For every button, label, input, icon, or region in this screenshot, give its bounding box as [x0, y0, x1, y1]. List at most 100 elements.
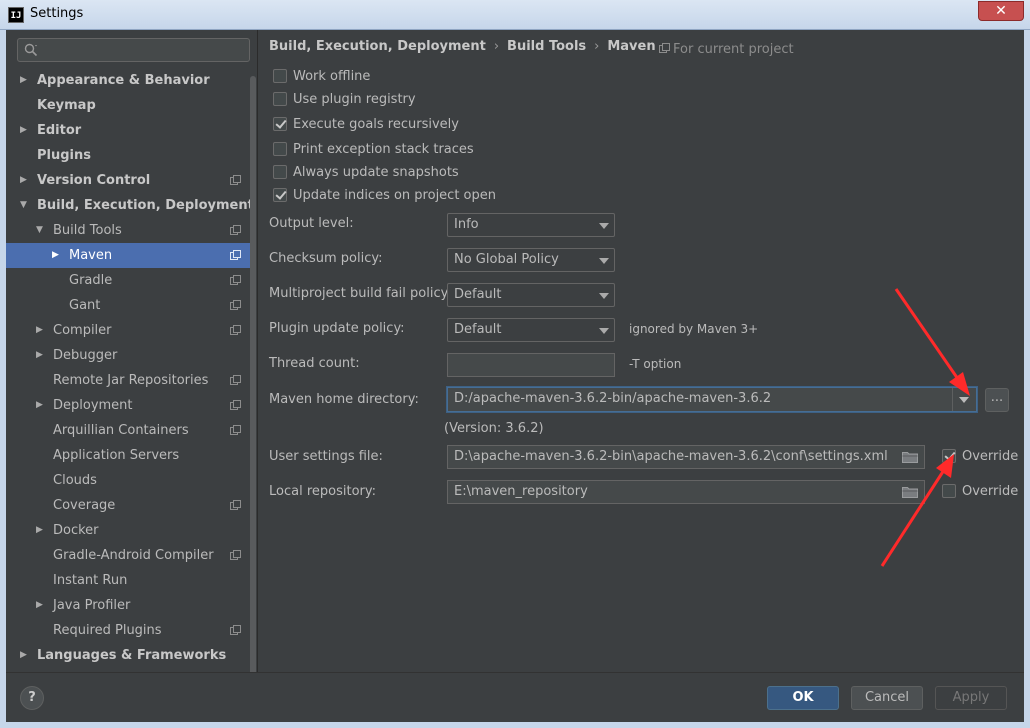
checkbox-box[interactable]	[273, 91, 287, 106]
breadcrumb-item: Build Tools	[507, 39, 587, 54]
checkbox-box[interactable]	[273, 164, 287, 179]
user-settings-value: D:\apache-maven-3.6.2-bin\apache-maven-3…	[454, 449, 888, 464]
expand-arrow-icon[interactable]: ▶	[52, 243, 62, 268]
checkbox-use-plugin-registry[interactable]: Use plugin registry	[273, 91, 416, 111]
settings-sidebar: ▶ Appearance & Behavior Keymap ▶ Editor Plugi…	[6, 30, 258, 676]
expand-arrow-icon[interactable]: ▶	[20, 68, 30, 93]
expand-arrow-icon[interactable]: ▶	[36, 393, 46, 418]
sidebar-item-build-tools[interactable]: ▼ Build Tools	[6, 218, 256, 243]
sidebar-item-docker[interactable]: ▶ Docker	[6, 518, 256, 543]
maven-home-combo[interactable]: D:/apache-maven-3.6.2-bin/apache-maven-3…	[447, 387, 977, 412]
sidebar-item-version-control[interactable]: ▶ Version Control	[6, 168, 256, 193]
plugin-update-policy-label: Plugin update policy:	[269, 321, 405, 336]
multiproject-fail-policy-select[interactable]: Default	[447, 283, 615, 307]
checkbox-box[interactable]	[273, 187, 287, 202]
expand-arrow-icon[interactable]: ▶	[36, 318, 46, 343]
expand-arrow-icon[interactable]: ▶	[20, 118, 30, 143]
checkbox-label: Work offline	[293, 69, 371, 84]
project-scope-icon	[230, 425, 241, 435]
sidebar-item-label: Maven	[69, 248, 113, 263]
collapse-arrow-icon[interactable]: ▼	[36, 218, 46, 243]
local-repository-input[interactable]: E:\maven_repository	[447, 480, 925, 504]
chevron-down-icon	[959, 397, 969, 403]
expand-arrow-icon[interactable]: ▶	[20, 168, 30, 193]
sidebar-item-java-profiler[interactable]: ▶ Java Profiler	[6, 593, 256, 618]
sidebar-item-gradle[interactable]: Gradle	[6, 268, 256, 293]
checkbox-box[interactable]	[273, 68, 287, 83]
checksum-policy-select[interactable]: No Global Policy	[447, 248, 615, 272]
folder-icon[interactable]	[902, 486, 918, 498]
expand-arrow-icon[interactable]: ▶	[36, 518, 46, 543]
plugin-update-policy-select[interactable]: Default	[447, 318, 615, 342]
checkbox-work-offline[interactable]: Work offline	[273, 68, 370, 88]
expand-arrow-icon[interactable]: ▶	[36, 593, 46, 618]
sidebar-item-label: Application Servers	[53, 448, 180, 463]
browse-maven-home-button[interactable]: ...	[985, 388, 1009, 412]
sidebar-item-label: Java Profiler	[53, 598, 131, 613]
sidebar-item-compiler[interactable]: ▶ Compiler	[6, 318, 256, 343]
sidebar-item-appearance-behavior[interactable]: ▶ Appearance & Behavior	[6, 68, 256, 93]
sidebar-item-arquillian-containers[interactable]: Arquillian Containers	[6, 418, 256, 443]
checkbox-always-update-snapshots[interactable]: Always update snapshots	[273, 164, 459, 184]
local-repository-override[interactable]: Override	[942, 483, 1018, 503]
sidebar-item-keymap[interactable]: Keymap	[6, 93, 256, 118]
checkbox-print-exception-stack-traces[interactable]: Print exception stack traces	[273, 141, 474, 161]
checkbox-update-indices[interactable]: Update indices on project open	[273, 187, 496, 207]
sidebar-item-gradle-android-compiler[interactable]: Gradle-Android Compiler	[6, 543, 256, 568]
sidebar-item-debugger[interactable]: ▶ Debugger	[6, 343, 256, 368]
sidebar-item-required-plugins[interactable]: Required Plugins	[6, 618, 256, 643]
output-level-value: Info	[454, 217, 479, 232]
settings-search-input[interactable]	[17, 38, 250, 62]
sidebar-item-label: Gradle-Android Compiler	[53, 548, 214, 563]
sidebar-item-application-servers[interactable]: Application Servers	[6, 443, 256, 468]
checkbox-box[interactable]	[273, 141, 287, 156]
sidebar-item-plugins[interactable]: Plugins	[6, 143, 256, 168]
sidebar-item-instant-run[interactable]: Instant Run	[6, 568, 256, 593]
sidebar-scrollbar[interactable]	[250, 76, 256, 676]
sidebar-item-coverage[interactable]: Coverage	[6, 493, 256, 518]
sidebar-item-build-execution-deployment[interactable]: ▼ Build, Execution, Deployment	[6, 193, 256, 218]
sidebar-item-deployment[interactable]: ▶ Deployment	[6, 393, 256, 418]
checkbox-box[interactable]	[942, 483, 956, 498]
help-button[interactable]: ?	[20, 686, 44, 710]
user-settings-override[interactable]: Override	[942, 448, 1018, 468]
ok-button[interactable]: OK	[767, 686, 839, 710]
expand-arrow-icon[interactable]: ▶	[20, 643, 30, 668]
for-current-project-note: For current project	[659, 42, 794, 57]
close-window-button[interactable]: ✕	[978, 1, 1024, 21]
project-scope-icon	[230, 325, 241, 335]
sidebar-item-label: Plugins	[37, 148, 91, 163]
sidebar-item-clouds[interactable]: Clouds	[6, 468, 256, 493]
apply-button[interactable]: Apply	[935, 686, 1007, 710]
dialog-footer: ? OK Cancel Apply	[6, 672, 1024, 722]
output-level-select[interactable]: Info	[447, 213, 615, 237]
output-level-label: Output level:	[269, 216, 354, 231]
collapse-arrow-icon[interactable]: ▼	[20, 193, 30, 218]
folder-icon[interactable]	[902, 451, 918, 463]
sidebar-item-label: Appearance & Behavior	[37, 73, 210, 88]
sidebar-item-maven[interactable]: ▶ Maven	[6, 243, 256, 268]
checkbox-box[interactable]	[942, 448, 956, 463]
checksum-policy-value: No Global Policy	[454, 252, 559, 267]
title-bar: IJ Settings ✕	[0, 0, 1030, 30]
cancel-button[interactable]: Cancel	[851, 686, 923, 710]
sidebar-item-label: Gant	[69, 298, 101, 313]
sidebar-item-label: Keymap	[37, 98, 96, 113]
expand-arrow-icon[interactable]: ▶	[36, 343, 46, 368]
checkbox-execute-goals-recursively[interactable]: Execute goals recursively	[273, 116, 459, 136]
checksum-policy-label: Checksum policy:	[269, 251, 383, 266]
multiproject-fail-policy-value: Default	[454, 287, 502, 302]
sidebar-item-label: Debugger	[53, 348, 118, 363]
sidebar-item-remote-jar-repositories[interactable]: Remote Jar Repositories	[6, 368, 256, 393]
checkbox-label: Use plugin registry	[293, 92, 416, 107]
local-repository-label: Local repository:	[269, 484, 376, 499]
sidebar-item-gant[interactable]: Gant	[6, 293, 256, 318]
sidebar-item-editor[interactable]: ▶ Editor	[6, 118, 256, 143]
thread-count-input[interactable]	[447, 353, 615, 377]
sidebar-item-languages-frameworks[interactable]: ▶ Languages & Frameworks	[6, 643, 256, 668]
checkbox-box[interactable]	[273, 116, 287, 131]
maven-home-dropdown-button[interactable]	[952, 388, 976, 411]
maven-settings-panel: Build, Execution, Deployment › Build Tools…	[259, 30, 1024, 672]
user-settings-input[interactable]: D:\apache-maven-3.6.2-bin\apache-maven-3…	[447, 445, 925, 469]
user-settings-label: User settings file:	[269, 449, 383, 464]
